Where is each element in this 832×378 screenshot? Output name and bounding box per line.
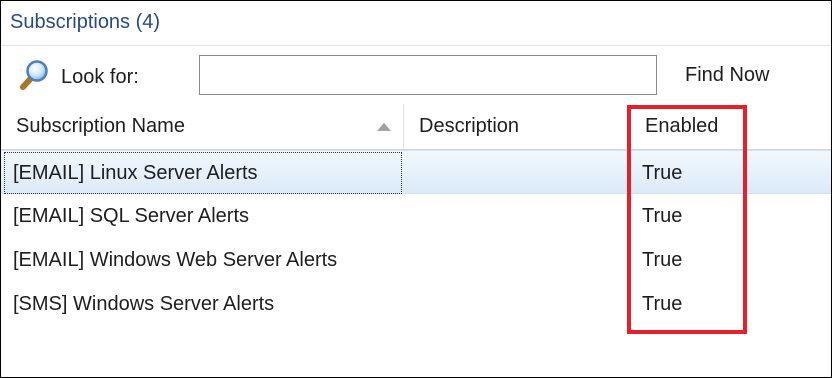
- subscription-name-cell: [EMAIL] SQL Server Alerts: [13, 205, 250, 227]
- find-now-button[interactable]: Find Now: [677, 59, 777, 91]
- search-input[interactable]: [199, 55, 657, 95]
- panel-header: Subscriptions (4): [1, 1, 831, 45]
- search-bar: Look for: Find Now: [1, 46, 831, 104]
- look-for-label: Look for:: [61, 66, 139, 88]
- description-cell: [404, 282, 629, 326]
- subscriptions-panel: Subscriptions (4) Look for: Find Now Sub…: [0, 0, 832, 378]
- enabled-column-highlight: [627, 105, 747, 334]
- sort-ascending-icon: [377, 123, 391, 131]
- magnifier-icon: [20, 60, 48, 90]
- panel-title: Subscriptions (4): [10, 11, 161, 33]
- column-header-label: Description: [419, 115, 520, 137]
- subscription-name-cell: [SMS] Windows Server Alerts: [13, 293, 275, 315]
- description-cell: [404, 194, 629, 238]
- column-header-label: Subscription Name: [16, 115, 185, 137]
- subscription-name-cell: [EMAIL] Linux Server Alerts: [3, 151, 403, 195]
- column-header-description[interactable]: Description: [404, 104, 629, 149]
- description-cell: [404, 238, 629, 282]
- description-cell: [404, 151, 629, 195]
- subscription-name-cell: [EMAIL] Windows Web Server Alerts: [13, 249, 338, 271]
- column-header-subscription-name[interactable]: Subscription Name: [1, 104, 403, 149]
